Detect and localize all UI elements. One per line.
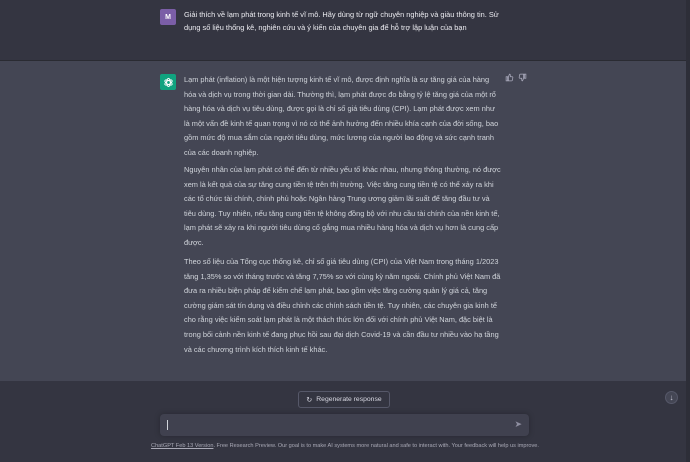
refresh-icon: ↻ [306,396,313,404]
send-icon[interactable]: ➤ [514,419,522,430]
assistant-paragraph: Theo số liệu của Tổng cục thống kê, chỉ … [184,257,501,354]
regenerate-response-button[interactable]: ↻ Regenerate response [298,391,390,408]
footer-text: . Free Research Preview. Our goal is to … [213,443,539,449]
user-message-row: M Giải thích về lạm phát trong kinh tế v… [0,0,690,61]
thumbs-up-icon[interactable] [504,73,514,83]
regenerate-label: Regenerate response [316,396,382,403]
user-message-text: Giải thích về lạm phát trong kinh tế vĩ … [184,10,499,32]
text-caret [167,420,168,430]
footer-disclaimer: ChatGPT Feb 13 Version. Free Research Pr… [0,443,690,449]
message-input[interactable]: ➤ [160,414,529,436]
arrow-down-icon[interactable]: ↓ [665,391,678,404]
thumbs-down-icon[interactable] [517,73,527,83]
user-avatar: M [160,9,176,25]
version-link[interactable]: ChatGPT Feb 13 Version [151,443,213,449]
assistant-paragraph: Nguyên nhân của lạm phát có thể đến từ n… [184,165,501,247]
page-scrollbar[interactable] [686,0,690,462]
assistant-paragraph: Lạm phát (inflation) là một hiện tượng k… [184,75,499,157]
openai-logo-icon [160,74,176,90]
